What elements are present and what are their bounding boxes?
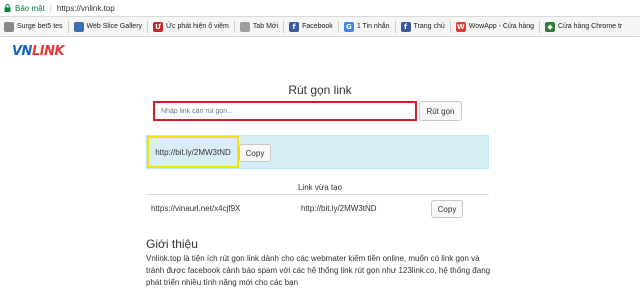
result-link[interactable]: http://bit.ly/2MW3tND bbox=[147, 136, 239, 168]
bookmark-label: 1 Tin nhắn bbox=[356, 23, 390, 30]
bookmark-item[interactable]: ◆ Cửa hàng Chrome tr bbox=[541, 21, 626, 32]
intro-text: Vnlink.top là tiện ích rút gọn link dành… bbox=[146, 254, 491, 287]
site-logo[interactable]: VNLINK bbox=[12, 44, 65, 59]
bookmark-divider bbox=[337, 20, 339, 33]
bookmark-divider bbox=[67, 20, 69, 33]
shorten-button[interactable]: Rút gọn bbox=[419, 101, 462, 121]
result-panel: http://bit.ly/2MW3tND Copy bbox=[146, 135, 489, 169]
page-title: Rút gọn link bbox=[288, 83, 352, 97]
page-icon bbox=[239, 21, 250, 32]
bookmark-label: Ức phát hiện ổ viêm bbox=[166, 23, 229, 30]
site-header: VNLINK bbox=[0, 37, 640, 67]
bookmark-label: Surge bet5 tes bbox=[17, 23, 63, 30]
bookmark-item[interactable]: Web Slice Gallery bbox=[70, 21, 147, 32]
url-input[interactable] bbox=[153, 101, 417, 121]
bookmark-divider bbox=[539, 20, 541, 33]
bookmarks-bar: Surge bet5 tes Web Slice Gallery Ư Ức phát … bbox=[0, 17, 640, 37]
copy-result-button[interactable]: Copy bbox=[239, 144, 271, 162]
bookmark-item[interactable]: Tab Mới bbox=[236, 21, 282, 32]
bookmark-item[interactable]: Surge bet5 tes bbox=[0, 21, 67, 32]
bookmark-item[interactable]: Ư Ức phát hiện ổ viêm bbox=[149, 21, 233, 32]
logo-link: LINK bbox=[31, 44, 65, 59]
bookmark-divider bbox=[449, 20, 451, 33]
copy-recent-button[interactable]: Copy bbox=[431, 200, 463, 218]
recent-original-link[interactable]: http://bit.ly/2MW3tND bbox=[301, 204, 377, 213]
logo-vn: VN bbox=[12, 44, 32, 59]
bookmark-divider bbox=[283, 20, 285, 33]
bookmark-label: Web Slice Gallery bbox=[86, 23, 143, 30]
main-content: Rút gọn link Rút gọn http://bit.ly/2MW3t… bbox=[0, 67, 640, 291]
bookmark-label: Cửa hàng Chrome tr bbox=[558, 23, 623, 30]
intro-title: Giới thiệu bbox=[146, 237, 198, 251]
bookmark-divider bbox=[394, 20, 396, 33]
bookmark-item[interactable]: G1 Tin nhắn bbox=[340, 21, 394, 32]
recent-divider bbox=[146, 194, 489, 195]
bookmark-label: WowApp - Cửa hàng bbox=[468, 23, 535, 30]
url-text[interactable]: https://vnlink.top bbox=[57, 4, 115, 13]
facebook-icon: f bbox=[289, 21, 300, 32]
bookmark-label: Facebook bbox=[302, 23, 333, 30]
wowapp-icon: W bbox=[455, 21, 466, 32]
bookmark-divider bbox=[147, 20, 149, 33]
page-icon bbox=[4, 21, 14, 32]
facebook-icon: f bbox=[400, 21, 411, 32]
bookmark-divider bbox=[233, 20, 235, 33]
bookmark-item[interactable]: W WowApp - Cửa hàng bbox=[452, 21, 538, 32]
lock-icon bbox=[4, 4, 11, 12]
bookmark-item[interactable]: f Trang chủ bbox=[397, 21, 449, 32]
address-separator: | bbox=[49, 3, 52, 13]
recent-links-title: Link vừa tạo bbox=[297, 183, 343, 192]
red-square-icon: Ư bbox=[153, 21, 164, 32]
bookmark-label: Tab Mới bbox=[252, 23, 279, 30]
address-bar[interactable]: Bảo mật | https://vnlink.top bbox=[0, 0, 640, 17]
google-icon: G bbox=[343, 21, 354, 32]
recent-short-link[interactable]: https://vinaurl.net/x4cjf9X bbox=[151, 204, 240, 213]
chrome-store-icon: ◆ bbox=[545, 21, 556, 32]
page-icon bbox=[73, 21, 84, 32]
bookmark-label: Trang chủ bbox=[413, 23, 445, 30]
bookmark-item[interactable]: f Facebook bbox=[285, 21, 337, 32]
secure-label: Bảo mật bbox=[15, 3, 45, 13]
